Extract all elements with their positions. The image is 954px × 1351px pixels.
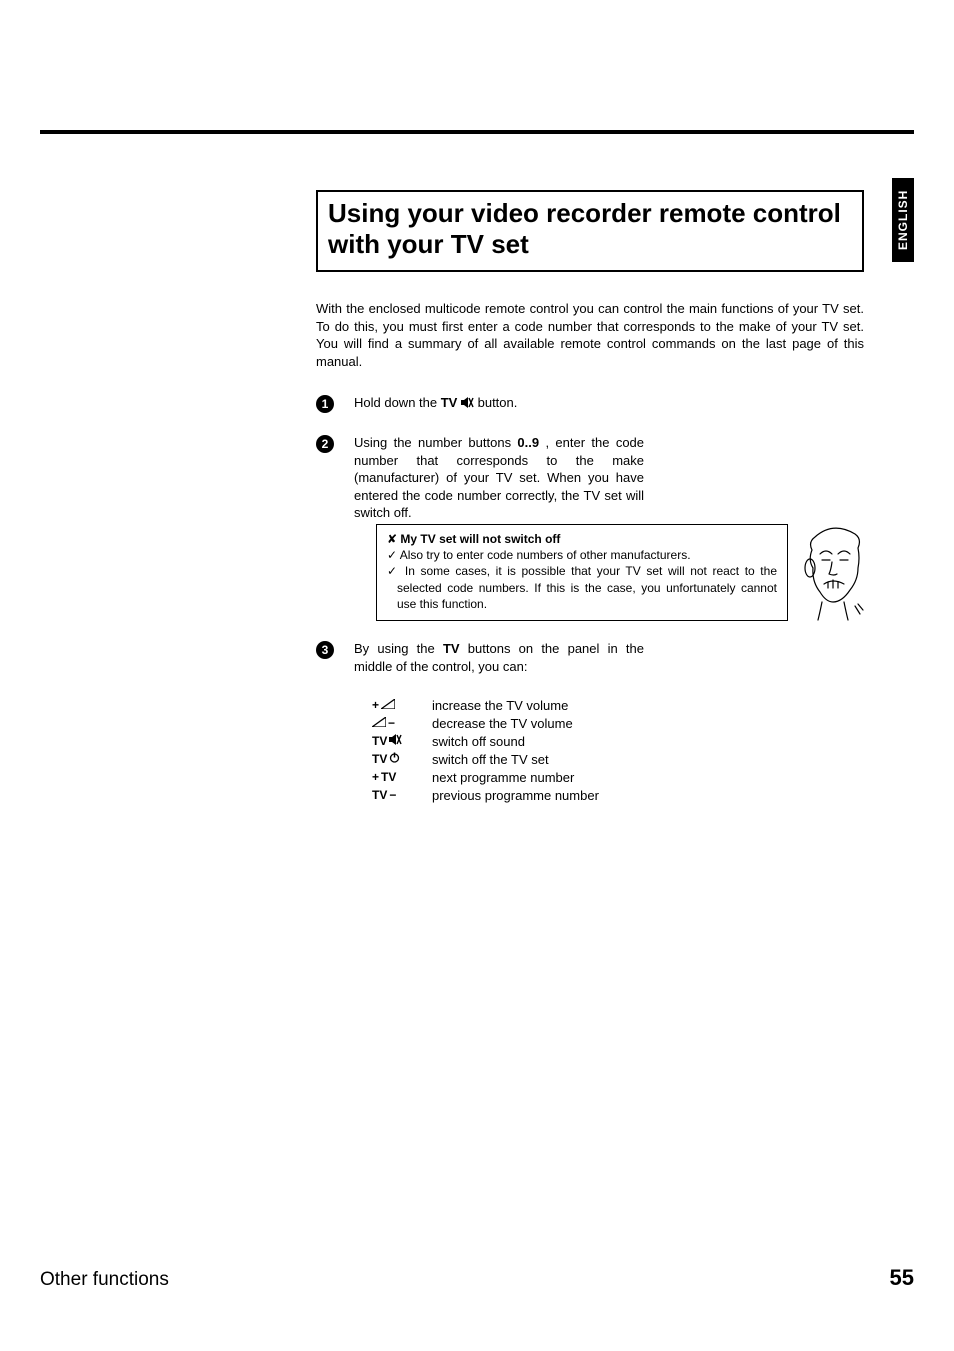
volume-icon bbox=[381, 698, 395, 712]
func-key-bold: TV bbox=[372, 734, 387, 748]
step-2-text-pre: Using the number buttons bbox=[354, 435, 517, 450]
volume-icon bbox=[372, 716, 386, 730]
function-row: + increase the TV volume bbox=[372, 696, 599, 714]
intro-paragraph: With the enclosed multicode remote contr… bbox=[316, 300, 864, 370]
step-bullet-3: 3 bbox=[316, 641, 334, 659]
func-desc: increase the TV volume bbox=[432, 698, 568, 713]
page-number: 55 bbox=[890, 1265, 914, 1291]
section-title-box: Using your video recorder remote control… bbox=[316, 190, 864, 272]
tv-functions-list: + increase the TV volume − decrease the … bbox=[372, 696, 599, 804]
step-1-text-pre: Hold down the bbox=[354, 395, 441, 410]
step-bullet-2: 2 bbox=[316, 435, 334, 453]
step-2: 2 Using the number buttons 0..9 , enter … bbox=[316, 434, 864, 522]
func-desc: decrease the TV volume bbox=[432, 716, 573, 731]
power-icon bbox=[389, 752, 400, 766]
function-row: TV switch off the TV set bbox=[372, 750, 599, 768]
func-key-bold: TV bbox=[372, 752, 387, 766]
step-1: 1 Hold down the TV button. bbox=[316, 394, 666, 413]
func-desc: next programme number bbox=[432, 770, 574, 785]
func-key-bold: TV bbox=[372, 788, 387, 802]
func-desc: switch off the TV set bbox=[432, 752, 549, 767]
func-key-pre: + bbox=[372, 770, 379, 784]
func-key-post: − bbox=[389, 788, 396, 802]
func-key-bold: TV bbox=[381, 770, 396, 784]
step-2-text-bold: 0..9 bbox=[517, 435, 539, 450]
frustrated-face-illustration bbox=[800, 524, 866, 624]
step-1-text-post: button. bbox=[478, 395, 518, 410]
function-row: TV switch off sound bbox=[372, 732, 599, 750]
function-row: + TV next programme number bbox=[372, 768, 599, 786]
step-bullet-1: 1 bbox=[316, 395, 334, 413]
func-desc: previous programme number bbox=[432, 788, 599, 803]
mute-icon bbox=[389, 734, 402, 748]
tip-line-2: In some cases, it is possible that your … bbox=[387, 563, 777, 612]
footer-section: Other functions bbox=[40, 1269, 169, 1291]
func-key-pre: + bbox=[372, 698, 379, 712]
function-row: TV − previous programme number bbox=[372, 786, 599, 804]
step-1-text-bold: TV bbox=[441, 395, 458, 410]
section-title: Using your video recorder remote control… bbox=[328, 198, 852, 260]
step-3-text-pre: By using the bbox=[354, 641, 443, 656]
step-3-text-bold: TV bbox=[443, 641, 460, 656]
function-row: − decrease the TV volume bbox=[372, 714, 599, 732]
tip-line-1: Also try to enter code numbers of other … bbox=[387, 547, 777, 563]
func-key-post: − bbox=[388, 716, 395, 730]
tip-title: My TV set will not switch off bbox=[387, 531, 777, 547]
language-tab: ENGLISH bbox=[892, 178, 914, 262]
top-rule bbox=[40, 130, 914, 134]
tip-box: My TV set will not switch off Also try t… bbox=[376, 524, 788, 621]
step-3: 3 By using the TV buttons on the panel i… bbox=[316, 640, 864, 675]
page-footer: Other functions 55 bbox=[40, 1265, 914, 1291]
func-desc: switch off sound bbox=[432, 734, 525, 749]
mute-icon bbox=[461, 395, 474, 413]
